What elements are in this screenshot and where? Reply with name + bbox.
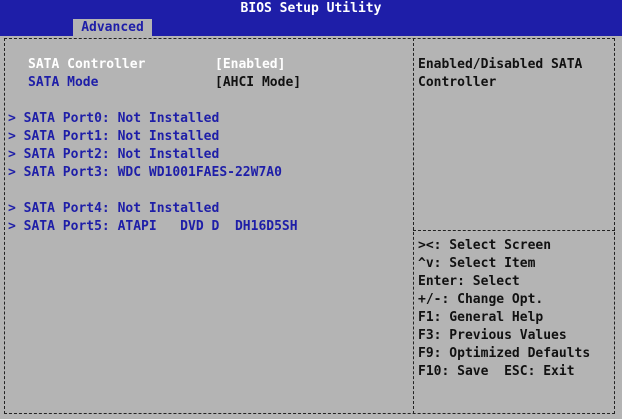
- key-help-optimized-defaults: F9: Optimized Defaults: [418, 346, 591, 361]
- tab-advanced[interactable]: Advanced: [73, 19, 152, 36]
- key-help-general-help: F1: General Help: [418, 310, 544, 325]
- key-help-save-exit: F10: Save ESC: Exit: [418, 364, 575, 379]
- submenu-sata-port1[interactable]: > SATA Port1: Not Installed: [8, 128, 219, 146]
- panel-divider: [413, 38, 414, 414]
- submenu-sata-port0[interactable]: > SATA Port0: Not Installed: [8, 110, 219, 128]
- submenu-sata-port4[interactable]: > SATA Port4: Not Installed: [8, 200, 219, 218]
- key-help-previous-values: F3: Previous Values: [418, 328, 567, 343]
- key-help-select-item: ^v: Select Item: [418, 256, 536, 271]
- setting-value-sata-controller[interactable]: [Enabled]: [215, 56, 285, 74]
- key-help-select-screen: ><: Select Screen: [418, 238, 552, 253]
- setting-label-sata-controller[interactable]: SATA Controller: [28, 56, 145, 74]
- help-text-line-1: Enabled/Disabled SATA: [418, 57, 583, 72]
- help-text-line-2: Controller: [418, 75, 497, 90]
- title-bar: BIOS Setup Utility Advanced: [0, 0, 622, 36]
- key-help-enter: Enter: Select: [418, 274, 520, 289]
- submenu-sata-port5[interactable]: > SATA Port5: ATAPI DVD D DH16D5SH: [8, 218, 298, 236]
- setting-value-sata-mode[interactable]: [AHCI Mode]: [215, 74, 301, 92]
- key-help-change-opt: +/-: Change Opt.: [418, 292, 544, 307]
- submenu-sata-port2[interactable]: > SATA Port2: Not Installed: [8, 146, 219, 164]
- window-title: BIOS Setup Utility: [240, 1, 382, 16]
- help-separator: [413, 230, 615, 231]
- setting-label-sata-mode[interactable]: SATA Mode: [28, 74, 98, 92]
- submenu-sata-port3[interactable]: > SATA Port3: WDC WD1001FAES-22W7A0: [8, 164, 282, 182]
